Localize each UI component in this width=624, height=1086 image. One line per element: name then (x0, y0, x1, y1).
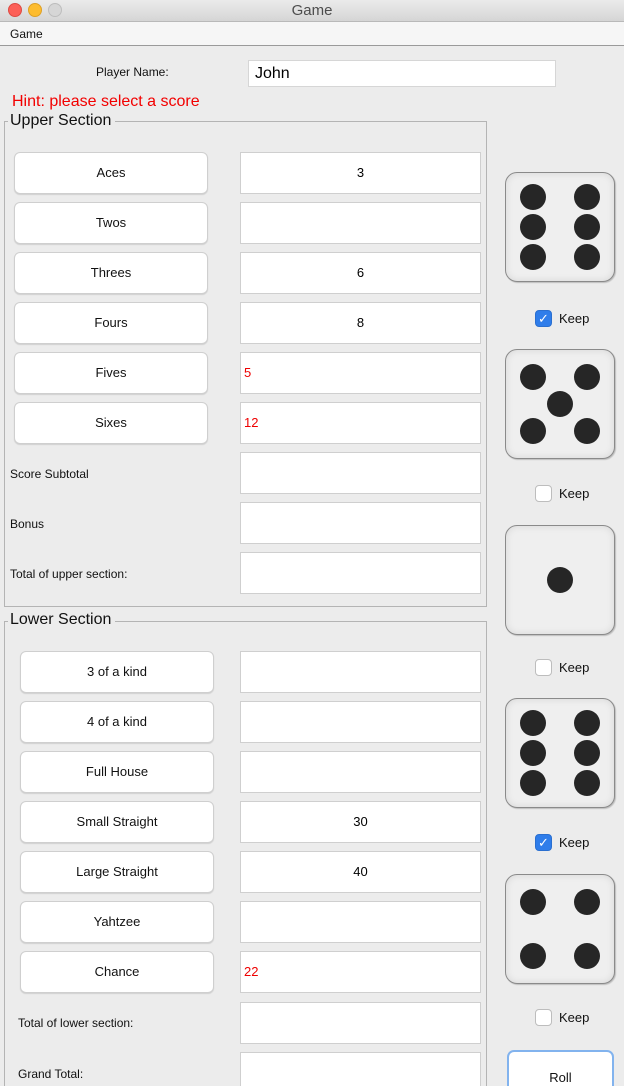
full-house-button[interactable]: Full House (20, 751, 214, 793)
die-pip (520, 214, 546, 240)
menu-game[interactable]: Game (10, 22, 43, 46)
lower-total-field (240, 1002, 481, 1044)
die-pip (574, 889, 600, 915)
die-5 (505, 874, 615, 984)
keep-checkbox-3[interactable]: Keep (535, 657, 623, 677)
keep-label-4: Keep (559, 834, 590, 850)
die-pip (574, 740, 600, 766)
upper-section-title: Upper Section (8, 112, 116, 130)
die-pip (520, 770, 546, 797)
four-of-a-kind-score-field (240, 701, 481, 743)
keep-label-2: Keep (559, 485, 590, 501)
sixes-button[interactable]: Sixes (14, 402, 208, 444)
keep-checkbox-1[interactable]: ✓ Keep (535, 308, 623, 328)
keep-checkbox-2[interactable]: Keep (535, 483, 623, 503)
die-pip (574, 183, 600, 210)
lower-total-label: Total of lower section: (18, 1016, 134, 1030)
die-pip (520, 740, 546, 766)
title-bar: Game (0, 0, 624, 22)
upper-total-label: Total of upper section: (10, 567, 128, 581)
yahtzee-score-field (240, 901, 481, 943)
chance-button[interactable]: Chance (20, 951, 214, 993)
die-pip (574, 418, 600, 444)
die-pip (520, 889, 546, 915)
die-pip (574, 244, 600, 271)
roll-button[interactable]: Roll (507, 1050, 614, 1086)
yahtzee-button[interactable]: Yahtzee (20, 901, 214, 943)
aces-button[interactable]: Aces (14, 152, 208, 194)
threes-button[interactable]: Threes (14, 252, 208, 294)
large-straight-score-field: 40 (240, 851, 481, 893)
four-of-a-kind-button[interactable]: 4 of a kind (20, 701, 214, 743)
die-pip (547, 567, 573, 593)
small-straight-score-field: 30 (240, 801, 481, 843)
fours-score-field: 8 (240, 302, 481, 344)
fives-button[interactable]: Fives (14, 352, 208, 394)
chance-score-field: 22 (240, 951, 481, 993)
menu-bar: Game (0, 22, 624, 46)
die-pip (547, 391, 573, 417)
keep-checkbox-5[interactable]: Keep (535, 1007, 623, 1027)
die-pip (520, 709, 546, 736)
sixes-score-field: 12 (240, 402, 481, 444)
bonus-label: Bonus (10, 517, 45, 531)
score-subtotal-field (240, 452, 481, 494)
fives-score-field: 5 (240, 352, 481, 394)
window-title: Game (291, 2, 333, 19)
fours-button[interactable]: Fours (14, 302, 208, 344)
aces-score-field: 3 (240, 152, 481, 194)
hint-text: Hint: please select a score (12, 93, 200, 110)
die-pip (574, 364, 600, 390)
grand-total-label: Grand Total: (18, 1067, 84, 1081)
threes-score-field: 6 (240, 252, 481, 294)
large-straight-button[interactable]: Large Straight (20, 851, 214, 893)
bonus-field (240, 502, 481, 544)
lower-section-title: Lower Section (8, 611, 116, 629)
twos-button[interactable]: Twos (14, 202, 208, 244)
die-pip (520, 183, 546, 210)
die-pip (574, 943, 600, 969)
keep-label-1: Keep (559, 310, 590, 326)
keep-checkbox-1-box[interactable]: ✓ (535, 309, 552, 327)
keep-label-5: Keep (559, 1009, 590, 1025)
keep-checkbox-3-box[interactable] (535, 658, 552, 676)
die-4 (505, 698, 615, 808)
keep-checkbox-4[interactable]: ✓ Keep (535, 832, 623, 852)
small-straight-button[interactable]: Small Straight (20, 801, 214, 843)
die-pip (520, 244, 546, 271)
three-of-a-kind-score-field (240, 651, 481, 693)
three-of-a-kind-button[interactable]: 3 of a kind (20, 651, 214, 693)
die-pip (574, 770, 600, 797)
die-pip (574, 709, 600, 736)
upper-total-field (240, 552, 481, 594)
keep-checkbox-5-box[interactable] (535, 1008, 552, 1026)
die-pip (520, 364, 546, 390)
keep-label-3: Keep (559, 659, 590, 675)
full-house-score-field (240, 751, 481, 793)
player-name-input[interactable] (248, 60, 556, 87)
keep-checkbox-2-box[interactable] (535, 484, 552, 502)
keep-checkbox-4-box[interactable]: ✓ (535, 833, 552, 851)
die-3 (505, 525, 615, 635)
die-2 (505, 349, 615, 459)
die-pip (520, 943, 546, 969)
die-pip (574, 214, 600, 240)
player-name-label: Player Name: (96, 65, 169, 79)
grand-total-field (240, 1052, 481, 1086)
score-subtotal-label: Score Subtotal (10, 467, 89, 481)
die-1 (505, 172, 615, 282)
die-pip (520, 418, 546, 444)
twos-score-field (240, 202, 481, 244)
